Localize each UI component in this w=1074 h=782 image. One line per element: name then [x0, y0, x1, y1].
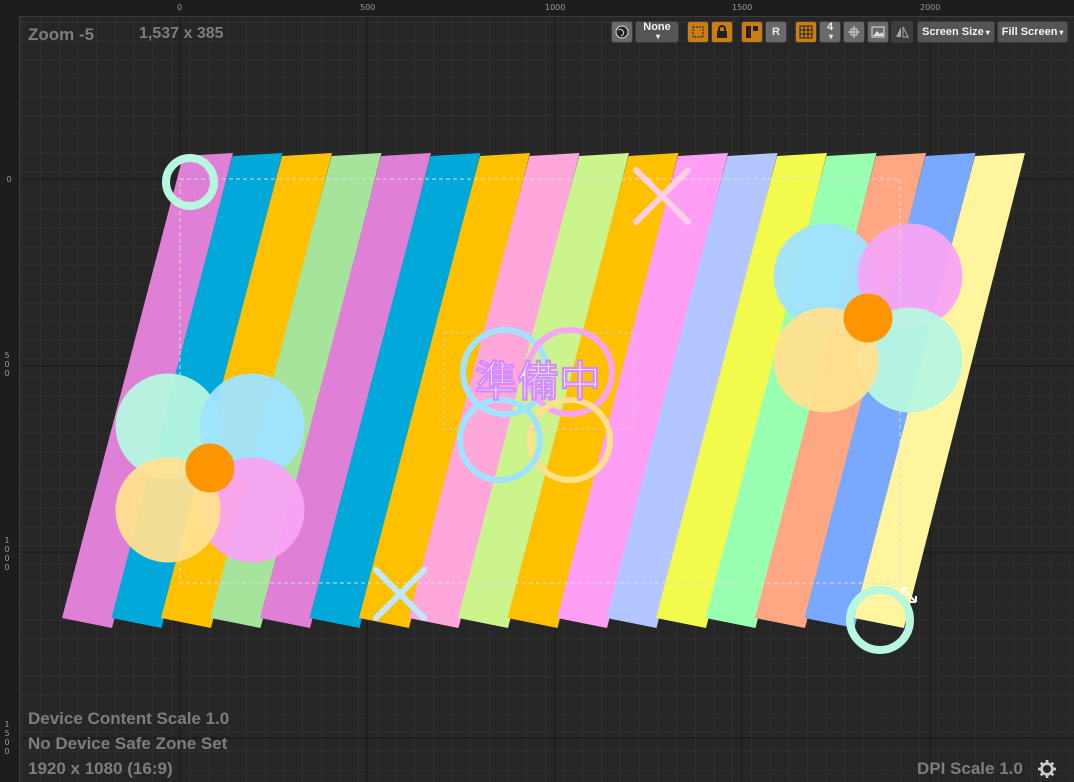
ruler-top: 0 500 1000 1500 2000	[19, 0, 1074, 17]
grid-snap-value: 4	[826, 21, 834, 33]
fill-screen-label: Fill Screen	[1001, 26, 1058, 38]
ruler-corner	[0, 0, 19, 16]
flower-center	[843, 293, 893, 343]
chevron-down-icon: ▾	[828, 32, 833, 41]
dpi-scale: DPI Scale 1.0	[917, 759, 1023, 778]
lock-icon	[717, 25, 727, 38]
widget-layout-icon	[746, 26, 758, 38]
transform-button[interactable]	[843, 21, 865, 43]
chevron-down-icon: ▾	[655, 32, 660, 41]
ruler-top-label-2000: 2000	[920, 3, 941, 12]
chevron-down-icon: ▾	[1059, 27, 1064, 37]
mirror-icon	[896, 26, 909, 38]
viewport-toolbar: None ▾ R 4 ▾ Screen Size ▾ Fill Screen ▾	[611, 20, 1069, 44]
flower-left	[115, 373, 305, 563]
ruler-top-label-1500: 1500	[732, 3, 753, 12]
move-icon	[848, 26, 860, 38]
grid-icon	[799, 25, 813, 39]
ruler-top-label-500: 500	[360, 3, 376, 12]
zoom-level: Zoom -5	[28, 25, 95, 44]
ruler-left-label-1500: 1500	[4, 720, 10, 756]
screen-size-label: Screen Size	[922, 26, 984, 38]
screen-resolution: 1920 x 1080 (16:9)	[28, 759, 173, 778]
designer-viewport[interactable]: 準備中 0 500 1000 1500 2000 0 500 1000 1500…	[0, 0, 1074, 782]
screen-size-dropdown[interactable]: Screen Size ▾	[917, 21, 995, 43]
flip-button[interactable]	[891, 21, 913, 43]
r-label: R	[772, 26, 780, 38]
grid-snap-toggle[interactable]	[795, 21, 817, 43]
image-preview-button[interactable]	[867, 21, 889, 43]
world-space-button[interactable]	[611, 21, 633, 43]
ruler-top-label-1000: 1000	[545, 3, 566, 12]
title-text[interactable]: 準備中	[474, 357, 601, 407]
layout-toggle[interactable]	[741, 21, 763, 43]
ruler-left-label-1000: 1000	[4, 536, 10, 572]
lock-toggle[interactable]	[711, 21, 733, 43]
globe-icon	[615, 25, 629, 39]
device-content-scale: Device Content Scale 1.0	[28, 709, 230, 728]
fill-screen-dropdown[interactable]: Fill Screen ▾	[996, 21, 1069, 43]
preview-mode-dropdown[interactable]: None ▾	[635, 21, 679, 43]
gear-icon[interactable]	[1038, 760, 1056, 778]
canvas-resolution: 1,537 x 385	[139, 25, 224, 42]
flower-center	[185, 443, 235, 493]
grid-snap-value-dropdown[interactable]: 4 ▾	[819, 21, 841, 43]
select-bounds-toggle[interactable]	[687, 21, 709, 43]
ruler-left: 0 500 1000 1500	[0, 16, 20, 782]
ruler-top-label-0: 0	[177, 3, 183, 12]
chevron-down-icon: ▾	[985, 27, 990, 37]
bounds-icon	[692, 26, 704, 38]
preview-mode-label: None	[643, 21, 671, 33]
ruler-left-label-500: 500	[4, 351, 10, 378]
safe-zone-status: No Device Safe Zone Set	[28, 734, 228, 753]
flower-right	[773, 223, 963, 413]
canvas-scene[interactable]: 準備中	[0, 0, 1074, 782]
image-icon	[871, 26, 885, 38]
respect-locks-button[interactable]: R	[765, 21, 787, 43]
ruler-left-label-0: 0	[6, 175, 12, 184]
